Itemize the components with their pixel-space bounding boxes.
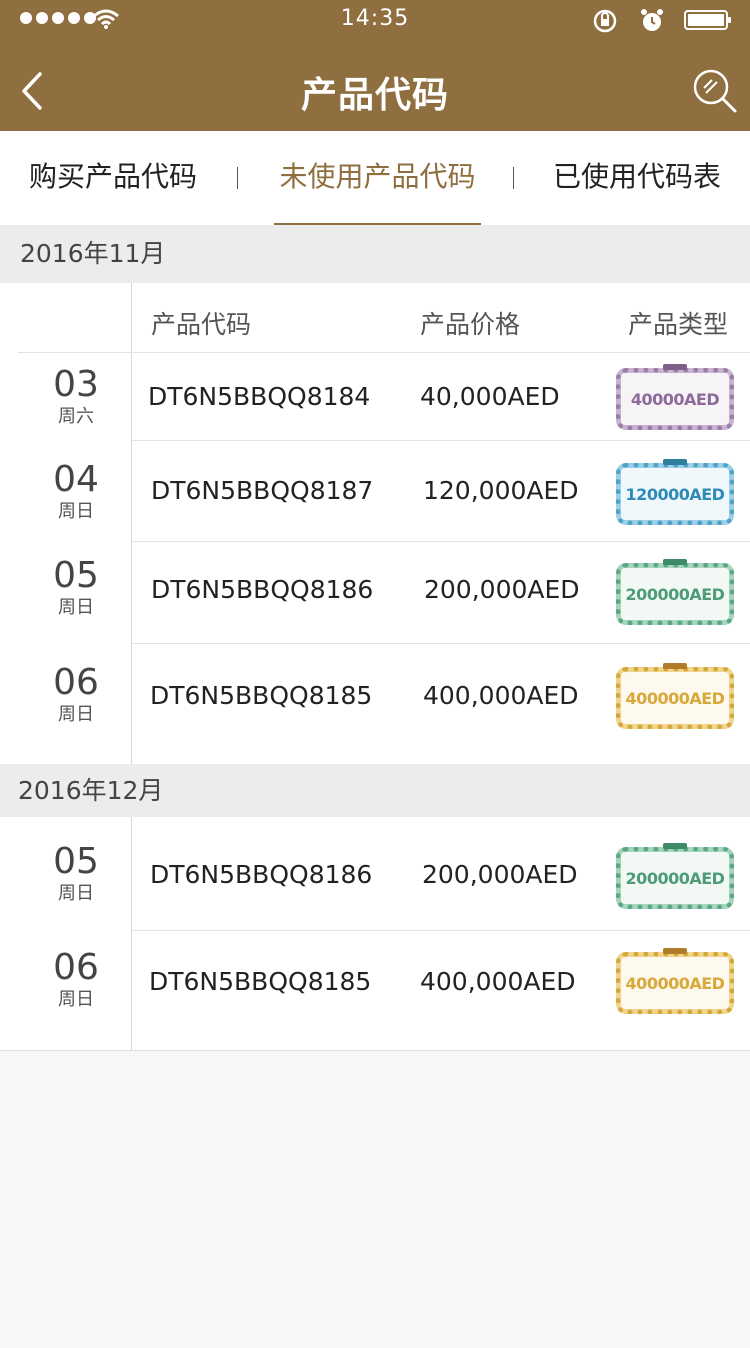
product-code: DT6N5BBQQ8186 — [150, 860, 373, 889]
product-price: 400,000AED — [420, 967, 576, 996]
row-day: 06 周日 — [20, 949, 132, 1011]
month-header: 2016年11月 — [0, 225, 750, 283]
product-type-ticket: 200000AED — [616, 843, 734, 909]
table-row[interactable]: 03 周六 DT6N5BBQQ8184 40,000AED 40000AED — [0, 354, 750, 441]
tab-buy-codes[interactable]: 购买产品代码 — [0, 131, 226, 225]
product-type-ticket: 200000AED — [616, 559, 734, 625]
product-code: DT6N5BBQQ8187 — [151, 476, 374, 505]
alarm-icon — [641, 9, 663, 31]
code-table: 05 周日 DT6N5BBQQ8186 200,000AED 200000AED… — [0, 817, 750, 1051]
product-code: DT6N5BBQQ8185 — [150, 681, 373, 710]
page-title: 产品代码 — [300, 75, 449, 116]
product-price: 120,000AED — [423, 476, 579, 505]
product-code: DT6N5BBQQ8184 — [148, 382, 371, 411]
weekday: 周日 — [58, 989, 94, 1010]
product-code: DT6N5BBQQ8186 — [151, 575, 374, 604]
header-type: 产品类型 — [628, 310, 729, 339]
day-number: 04 — [53, 459, 99, 500]
product-type-ticket: 400000AED — [616, 663, 734, 729]
ticket-label: 40000AED — [621, 373, 729, 425]
product-price: 200,000AED — [424, 575, 580, 604]
ticket-label: 400000AED — [621, 957, 729, 1009]
tab-unused-codes[interactable]: 未使用产品代码 — [274, 131, 481, 226]
product-type-ticket: 40000AED — [616, 364, 734, 430]
table-row[interactable]: 05 周日 DT6N5BBQQ8186 200,000AED 200000AED — [0, 817, 750, 931]
table-header-row: 产品代码 产品价格 产品类型 — [0, 283, 750, 353]
tab-bar: 购买产品代码 未使用产品代码 已使用代码表 — [0, 131, 750, 226]
header-code: 产品代码 — [151, 310, 252, 339]
day-number: 03 — [53, 364, 99, 405]
row-day: 05 周日 — [20, 557, 132, 619]
battery-icon — [684, 10, 731, 30]
row-day: 06 周日 — [20, 664, 132, 726]
weekday: 周日 — [58, 501, 94, 522]
ticket-label: 120000AED — [621, 468, 729, 520]
search-icon[interactable] — [690, 66, 740, 116]
product-price: 40,000AED — [420, 382, 560, 411]
rotation-lock-icon — [593, 9, 617, 33]
row-day: 04 周日 — [20, 461, 132, 523]
day-number: 05 — [53, 841, 99, 882]
table-row[interactable]: 04 周日 DT6N5BBQQ8187 120,000AED 120000AED — [0, 441, 750, 542]
top-bar: 14:35 产品代码 — [0, 0, 750, 131]
day-number: 05 — [53, 555, 99, 596]
row-day: 05 周日 — [20, 843, 132, 905]
weekday: 周六 — [58, 406, 94, 427]
product-price: 200,000AED — [422, 860, 578, 889]
row-day: 03 周六 — [20, 366, 132, 428]
tab-divider — [237, 167, 238, 189]
product-type-ticket: 120000AED — [616, 459, 734, 525]
product-type-ticket: 400000AED — [616, 948, 734, 1014]
weekday: 周日 — [58, 883, 94, 904]
tab-unused-codes-label: 未使用产品代码 — [279, 160, 476, 193]
ticket-label: 200000AED — [621, 568, 729, 620]
product-code: DT6N5BBQQ8185 — [149, 967, 372, 996]
ticket-label: 400000AED — [621, 672, 729, 724]
product-price: 400,000AED — [423, 681, 579, 710]
navigation-bar: 产品代码 — [0, 40, 750, 131]
month-header: 2016年12月 — [0, 764, 750, 817]
code-table: 产品代码 产品价格 产品类型 03 周六 DT6N5BBQQ8184 40,00… — [0, 283, 750, 764]
tab-divider — [513, 167, 514, 189]
day-number: 06 — [53, 662, 99, 703]
table-row[interactable]: 05 周日 DT6N5BBQQ8186 200,000AED 200000AED — [0, 542, 750, 644]
ticket-label: 200000AED — [621, 852, 729, 904]
status-time: 14:35 — [340, 6, 410, 31]
weekday: 周日 — [58, 704, 94, 725]
weekday: 周日 — [58, 597, 94, 618]
header-price: 产品价格 — [420, 310, 521, 339]
table-row[interactable]: 06 周日 DT6N5BBQQ8185 400,000AED 400000AED — [0, 931, 750, 1051]
tab-used-codes[interactable]: 已使用代码表 — [532, 131, 742, 225]
day-number: 06 — [53, 947, 99, 988]
status-bar: 14:35 — [0, 0, 750, 40]
table-row[interactable]: 06 周日 DT6N5BBQQ8185 400,000AED 400000AED — [0, 644, 750, 764]
